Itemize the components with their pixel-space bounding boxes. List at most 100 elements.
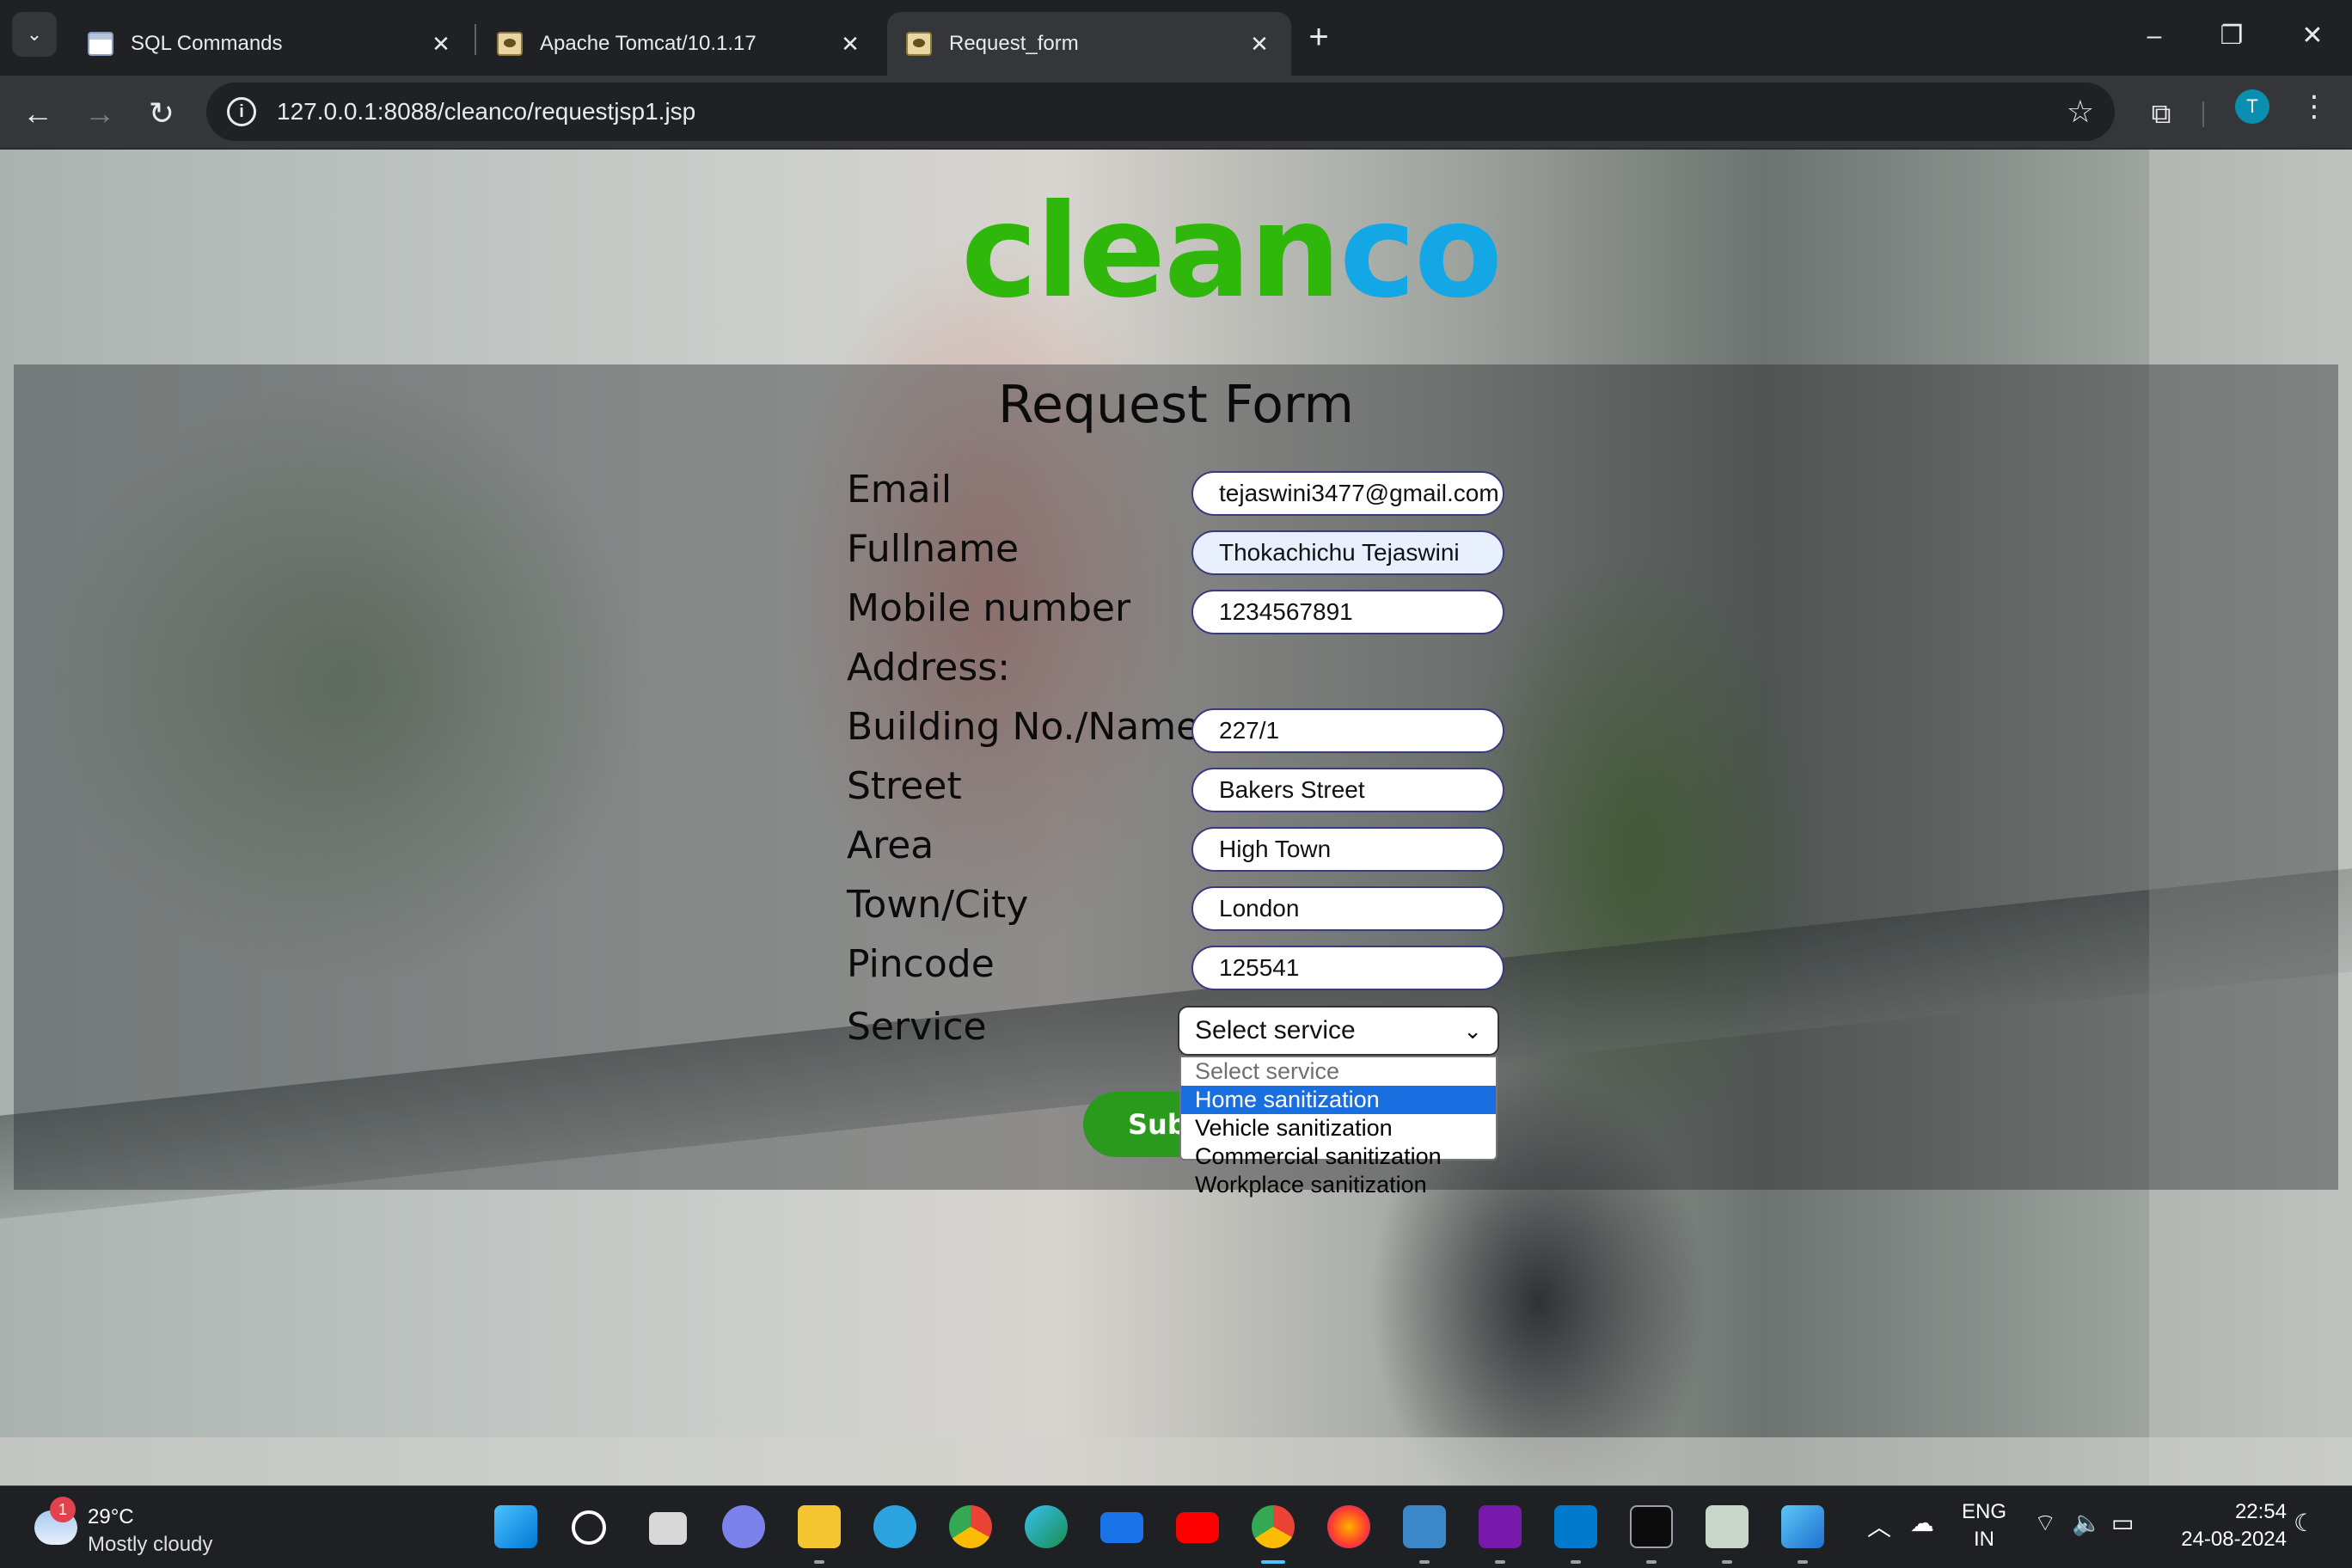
fullname-field[interactable]: Thokachichu Tejaswini bbox=[1191, 530, 1504, 575]
bookmark-star-icon[interactable]: ☆ bbox=[2067, 94, 2094, 130]
firefox-icon[interactable] bbox=[1327, 1505, 1370, 1548]
start-windows-icon[interactable] bbox=[494, 1505, 537, 1548]
weather-widget[interactable]: 1 29°C Mostly cloudy bbox=[34, 1497, 258, 1559]
app-window-icon[interactable] bbox=[1706, 1505, 1749, 1548]
new-tab-plus-icon[interactable]: + bbox=[1298, 17, 1339, 58]
label-mobile-number: Mobile number bbox=[847, 586, 1131, 630]
logo-part-co: co bbox=[1339, 177, 1503, 327]
label-pincode: Pincode bbox=[847, 942, 995, 986]
background-photo-edge bbox=[0, 1437, 2352, 1485]
tab-title: Request_form bbox=[949, 32, 1079, 55]
photos-icon[interactable] bbox=[1781, 1505, 1824, 1548]
edge-icon[interactable] bbox=[1025, 1505, 1068, 1548]
volume-icon[interactable]: 🔈 bbox=[2072, 1509, 2102, 1537]
teams-chat-icon[interactable] bbox=[722, 1505, 765, 1548]
system-clock[interactable]: 22:54 24-08-2024 bbox=[2158, 1498, 2287, 1553]
back-arrow-icon[interactable]: ← bbox=[14, 89, 62, 138]
windows-taskbar: 1 29°C Mostly cloudy ︿ ☁ ENG IN ⌔ 🔈 ▭ 22… bbox=[0, 1485, 2352, 1568]
vscode-icon[interactable] bbox=[1554, 1505, 1597, 1548]
label-town-city: Town/City bbox=[847, 883, 1029, 927]
label-fullname: Fullname bbox=[847, 527, 1020, 571]
running-indicator bbox=[1419, 1560, 1430, 1564]
tab-apache-tomcat[interactable]: Apache Tomcat/10.1.17 ✕ bbox=[478, 12, 882, 76]
sql-page-icon bbox=[88, 32, 113, 56]
notepad-icon[interactable] bbox=[1403, 1505, 1446, 1548]
tab-divider bbox=[475, 24, 476, 55]
clock-date: 24-08-2024 bbox=[2181, 1528, 2287, 1551]
active-app-indicator bbox=[1261, 1560, 1285, 1564]
file-explorer-icon[interactable] bbox=[798, 1505, 841, 1548]
page-viewport: cleanco Request Form Email Fullname Mobi… bbox=[0, 150, 2352, 1485]
restore-icon[interactable]: ❐ bbox=[2206, 12, 2257, 60]
running-indicator bbox=[1722, 1560, 1732, 1564]
cleanco-logo: cleanco bbox=[961, 187, 1503, 316]
chevron-down-icon: ⌄ bbox=[1463, 1017, 1482, 1044]
youtube-icon[interactable] bbox=[1176, 1512, 1219, 1543]
address-bar[interactable]: i 127.0.0.1:8088/cleanco/requestjsp1.jsp… bbox=[206, 83, 2115, 141]
running-indicator bbox=[814, 1560, 824, 1564]
terminal-icon[interactable] bbox=[1630, 1505, 1673, 1548]
area-field[interactable]: High Town bbox=[1191, 827, 1504, 872]
town-city-field[interactable]: London bbox=[1191, 886, 1504, 931]
tomcat-icon bbox=[906, 32, 932, 56]
label-email: Email bbox=[847, 468, 952, 511]
profile-avatar[interactable]: T bbox=[2235, 89, 2269, 124]
clock-time: 22:54 bbox=[2234, 1500, 2287, 1523]
mail-icon[interactable] bbox=[1100, 1512, 1143, 1543]
mobile-number-field[interactable]: 1234567891 bbox=[1191, 590, 1504, 634]
close-tab-icon[interactable]: ✕ bbox=[1246, 31, 1272, 57]
show-hidden-icons-chevron-icon[interactable]: ︿ bbox=[1867, 1509, 1891, 1543]
service-select[interactable]: Select service ⌄ bbox=[1178, 1006, 1499, 1056]
browser-tabstrip: ⌄ SQL Commands ✕ Apache Tomcat/10.1.17 ✕… bbox=[0, 0, 2352, 76]
language-code: ENG bbox=[1961, 1500, 2006, 1523]
chrome-icon[interactable] bbox=[1252, 1505, 1295, 1548]
more-menu-icon[interactable]: ⋮ bbox=[2297, 89, 2331, 124]
label-area: Area bbox=[847, 824, 934, 867]
battery-icon[interactable]: ▭ bbox=[2111, 1509, 2134, 1537]
service-option[interactable]: Workplace sanitization bbox=[1181, 1171, 1496, 1199]
service-option[interactable]: Select service bbox=[1181, 1057, 1496, 1086]
onenote-icon[interactable] bbox=[1479, 1505, 1522, 1548]
tab-title: Apache Tomcat/10.1.17 bbox=[540, 32, 756, 55]
tab-title: SQL Commands bbox=[131, 32, 283, 55]
running-indicator bbox=[1798, 1560, 1808, 1564]
region-code: IN bbox=[1974, 1528, 1994, 1551]
service-selected-value: Select service bbox=[1195, 1016, 1356, 1044]
running-indicator bbox=[1571, 1560, 1581, 1564]
email-field[interactable]: tejaswini3477@gmail.com bbox=[1191, 471, 1504, 516]
weather-condition: Mostly cloudy bbox=[88, 1533, 213, 1556]
building-field[interactable]: 227/1 bbox=[1191, 708, 1504, 753]
chrome-profile-icon[interactable] bbox=[949, 1505, 992, 1548]
close-tab-icon[interactable]: ✕ bbox=[428, 31, 454, 57]
toolbar-divider bbox=[2202, 101, 2204, 127]
search-icon[interactable] bbox=[572, 1510, 606, 1545]
tab-sql-commands[interactable]: SQL Commands ✕ bbox=[69, 12, 473, 76]
reload-icon[interactable]: ↻ bbox=[138, 89, 186, 138]
tab-search-chevron-icon[interactable]: ⌄ bbox=[12, 12, 57, 57]
telegram-icon[interactable] bbox=[873, 1505, 916, 1548]
service-option[interactable]: Commercial sanitization bbox=[1181, 1142, 1496, 1171]
service-option[interactable]: Home sanitization bbox=[1181, 1086, 1496, 1114]
site-info-icon[interactable]: i bbox=[227, 97, 256, 126]
language-indicator[interactable]: ENG IN bbox=[1958, 1498, 2010, 1553]
do-not-disturb-moon-icon[interactable]: ☾ bbox=[2294, 1509, 2315, 1537]
pincode-field[interactable]: 125541 bbox=[1191, 946, 1504, 990]
request-form-panel bbox=[14, 364, 2338, 1190]
label-service: Service bbox=[847, 1005, 987, 1049]
street-field[interactable]: Bakers Street bbox=[1191, 768, 1504, 812]
onedrive-cloud-icon[interactable]: ☁ bbox=[1910, 1509, 1934, 1537]
logo-part-clean: clean bbox=[961, 177, 1341, 327]
service-option[interactable]: Vehicle sanitization bbox=[1181, 1114, 1496, 1142]
task-view-icon[interactable] bbox=[649, 1512, 687, 1545]
service-dropdown-list: Select service Home sanitization Vehicle… bbox=[1179, 1056, 1498, 1197]
forward-arrow-icon[interactable]: → bbox=[76, 89, 124, 138]
wifi-icon[interactable]: ⌔ bbox=[2034, 1509, 2056, 1539]
tab-request-form[interactable]: Request_form ✕ bbox=[887, 12, 1291, 76]
url-text[interactable]: 127.0.0.1:8088/cleanco/requestjsp1.jsp bbox=[277, 98, 2067, 126]
notification-badge: 1 bbox=[50, 1497, 76, 1522]
close-tab-icon[interactable]: ✕ bbox=[837, 31, 863, 57]
minimize-icon[interactable]: – bbox=[2128, 12, 2180, 60]
label-address: Address: bbox=[847, 646, 1011, 689]
extensions-puzzle-icon[interactable]: ⧉ bbox=[2139, 91, 2184, 136]
close-window-icon[interactable]: ✕ bbox=[2287, 12, 2338, 60]
